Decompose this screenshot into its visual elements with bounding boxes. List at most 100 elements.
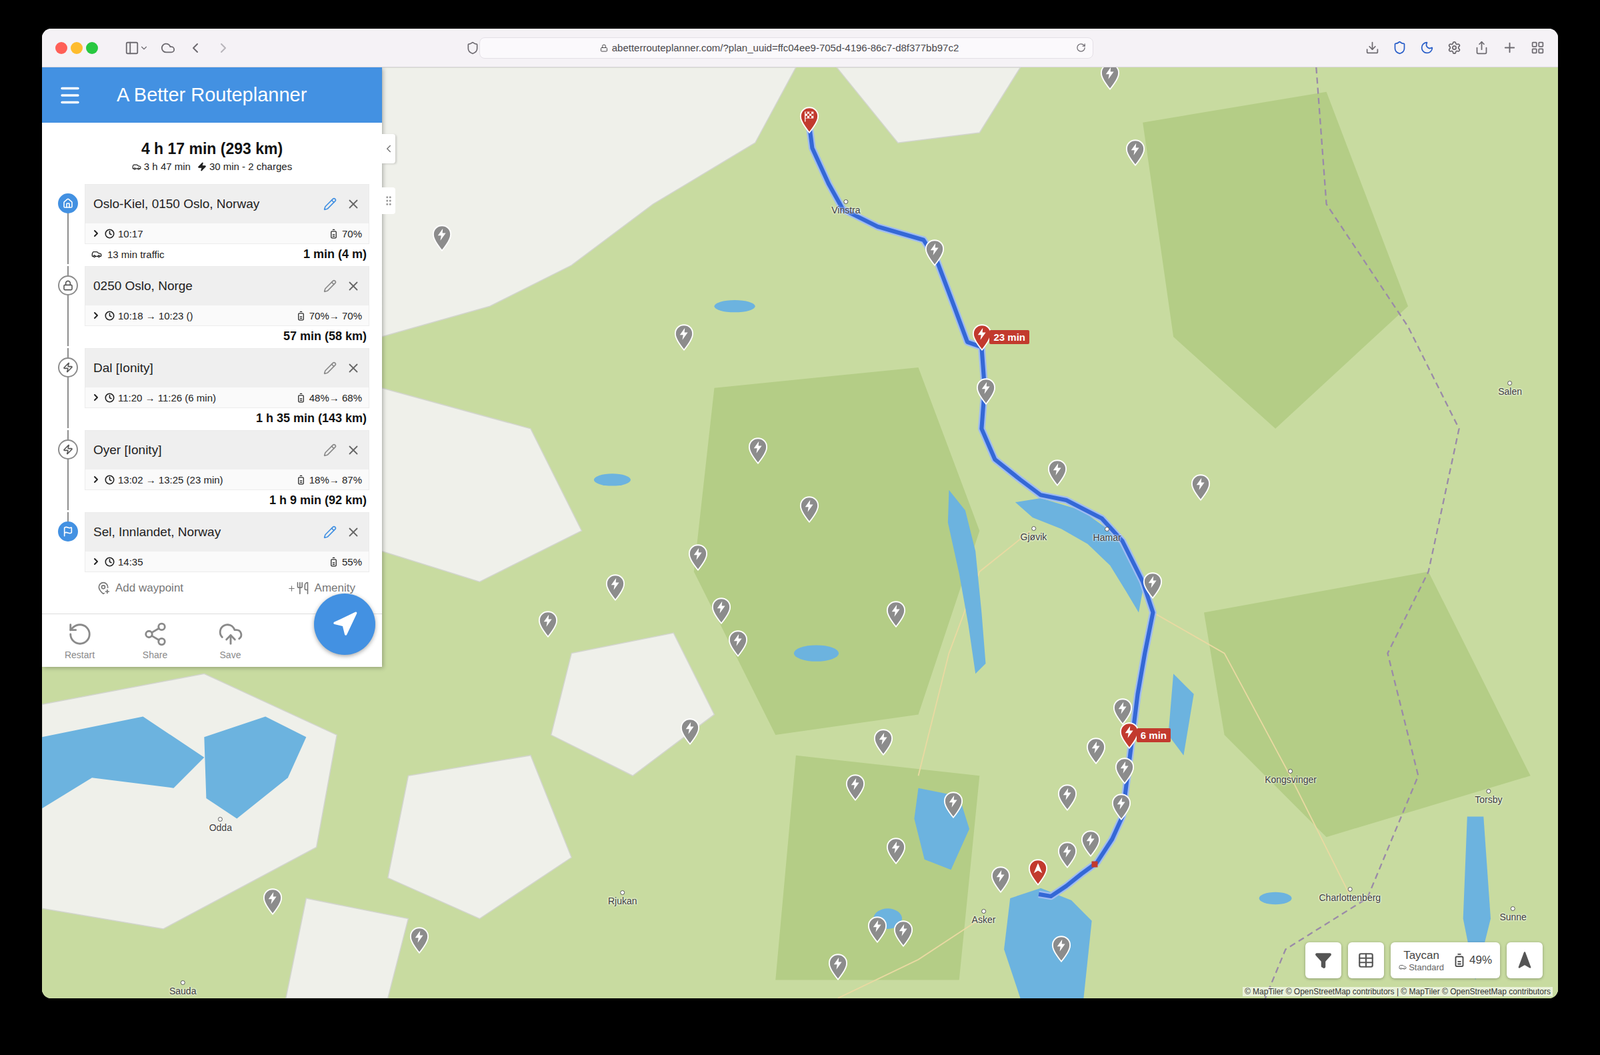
charger-pin[interactable] [688, 544, 708, 571]
close-button[interactable] [55, 42, 68, 54]
charger-pin[interactable] [748, 437, 768, 464]
waypoint-dot[interactable] [1092, 861, 1098, 868]
charger-pin-icon[interactable] [845, 774, 866, 801]
reload-icon[interactable] [1076, 42, 1086, 53]
charger-pin[interactable] [1190, 474, 1211, 501]
waypoint-header[interactable]: Dal [Ionity] [85, 348, 369, 388]
dark-mode-icon[interactable] [1420, 40, 1434, 55]
back-icon[interactable] [187, 40, 204, 56]
charge-stop-pin[interactable]: 6 min [1119, 722, 1171, 749]
charger-pin[interactable] [1100, 67, 1120, 90]
charger-pin-icon[interactable] [943, 791, 964, 818]
waypoint-detail[interactable]: 13:02 → 13:25 (23 min)18%→ 87% [85, 469, 369, 490]
charger-pin-icon[interactable] [1114, 757, 1135, 784]
url-text[interactable]: abetterrouteplanner.com/?plan_uuid=ffc04… [486, 42, 1072, 54]
remove-icon[interactable] [346, 278, 361, 294]
charge-stop-pin[interactable]: 23 min [972, 324, 1030, 351]
charger-pin-icon[interactable] [1051, 935, 1072, 962]
sidebar-button[interactable] [124, 40, 149, 56]
charger-pin-icon[interactable] [748, 437, 768, 464]
charger-pin-icon[interactable] [1100, 67, 1120, 90]
charger-pin[interactable] [886, 600, 906, 628]
charger-pin[interactable] [976, 378, 996, 405]
expand-icon[interactable] [90, 392, 102, 403]
charger-pin[interactable] [409, 926, 430, 954]
remove-icon[interactable] [346, 196, 361, 212]
waypoint-header[interactable]: 0250 Oslo, Norge [85, 266, 369, 306]
charger-pin[interactable] [1142, 572, 1163, 599]
waypoint-card[interactable]: 0250 Oslo, Norge10:18 → 10:23 ()70%→ 70% [84, 266, 370, 326]
filter-button[interactable] [1305, 942, 1342, 978]
charger-pin[interactable] [728, 630, 748, 657]
charger-pin-icon[interactable] [886, 837, 906, 864]
charger-pin-icon[interactable] [1190, 474, 1211, 501]
share-icon[interactable] [1474, 40, 1489, 55]
charger-pin-icon[interactable] [711, 597, 732, 624]
hamburger-menu-icon[interactable] [58, 83, 82, 108]
charger-pin[interactable] [1114, 757, 1135, 784]
charger-pin-icon[interactable] [1125, 139, 1146, 166]
charger-pin-icon[interactable] [1047, 459, 1068, 486]
waypoint-detail[interactable]: 11:20 → 11:26 (6 min)48%→ 68% [85, 387, 369, 408]
charger-pin[interactable] [680, 718, 700, 745]
zoom-button[interactable] [86, 42, 98, 54]
charger-pin-icon[interactable] [409, 926, 430, 954]
waypoint-header[interactable]: Oslo-Kiel, 0150 Oslo, Norway [85, 184, 369, 224]
charger-pin-icon[interactable] [1112, 698, 1133, 725]
add-waypoint-button[interactable]: Add waypoint [96, 581, 184, 595]
resize-handle[interactable] [382, 187, 396, 214]
bottom-bar-button[interactable]: Save [192, 621, 268, 660]
charger-pin[interactable] [828, 953, 848, 980]
charger-pin[interactable] [1051, 935, 1072, 962]
edit-icon[interactable] [323, 197, 337, 211]
start-pin[interactable] [1028, 858, 1048, 886]
charger-pin[interactable] [1086, 737, 1106, 764]
locate-button[interactable] [1506, 942, 1543, 978]
waypoint-card[interactable]: Oslo-Kiel, 0150 Oslo, Norway10:1770% [84, 184, 370, 244]
charger-pin-icon[interactable] [1057, 784, 1078, 811]
waypoint-detail[interactable]: 10:1770% [85, 223, 369, 244]
waypoint-header[interactable]: Oyer [Ionity] [85, 430, 369, 470]
waypoint-card[interactable]: Oyer [Ionity]13:02 → 13:25 (23 min)18%→ … [84, 430, 370, 490]
charger-pin-icon[interactable] [1086, 737, 1106, 764]
charger-pin-icon[interactable] [674, 324, 694, 351]
charger-pin[interactable] [432, 224, 452, 252]
charger-pin[interactable] [845, 774, 866, 801]
table-button[interactable] [1348, 942, 1384, 978]
charger-pin[interactable] [1080, 830, 1101, 857]
charger-pin[interactable] [711, 597, 732, 624]
expand-icon[interactable] [90, 474, 102, 485]
waypoint-detail[interactable]: 10:18 → 10:23 ()70%→ 70% [85, 305, 369, 326]
edit-icon[interactable] [323, 279, 337, 293]
charger-pin-icon[interactable] [688, 544, 708, 571]
charger-pin[interactable] [924, 239, 945, 266]
charger-pin-icon[interactable] [924, 239, 945, 266]
charger-pin-icon[interactable] [432, 224, 452, 252]
edit-icon[interactable] [323, 361, 337, 375]
charger-pin-icon[interactable] [605, 574, 626, 601]
edit-icon[interactable] [323, 525, 337, 539]
charger-pin[interactable] [538, 610, 558, 638]
settings-icon[interactable] [1447, 40, 1462, 55]
waypoint-card[interactable]: Dal [Ionity]11:20 → 11:26 (6 min)48%→ 68… [84, 348, 370, 408]
waypoint-header[interactable]: Sel, Innlandet, Norway [85, 512, 369, 552]
charger-pin-icon[interactable] [1142, 572, 1163, 599]
waypoint-card[interactable]: Sel, Innlandet, Norway14:3555% [84, 512, 370, 572]
charger-pin[interactable] [893, 920, 914, 947]
navigate-button[interactable] [314, 593, 376, 655]
bottom-bar-button[interactable]: Share [117, 621, 193, 660]
charger-pin[interactable] [1112, 698, 1133, 725]
charger-pin-icon[interactable] [680, 718, 700, 745]
charger-pin[interactable] [886, 837, 906, 864]
download-icon[interactable] [1365, 40, 1380, 55]
remove-icon[interactable] [346, 442, 361, 458]
charger-pin[interactable] [943, 791, 964, 818]
charger-pin-icon[interactable] [893, 920, 914, 947]
charger-pin-icon[interactable] [976, 378, 996, 405]
charger-pin[interactable] [262, 888, 283, 915]
charger-pin[interactable] [873, 728, 894, 756]
charger-pin-icon[interactable] [799, 496, 820, 523]
remove-icon[interactable] [346, 524, 361, 540]
start-pin-icon[interactable] [1028, 858, 1048, 886]
amenity-button[interactable]: Amenity [287, 581, 356, 595]
